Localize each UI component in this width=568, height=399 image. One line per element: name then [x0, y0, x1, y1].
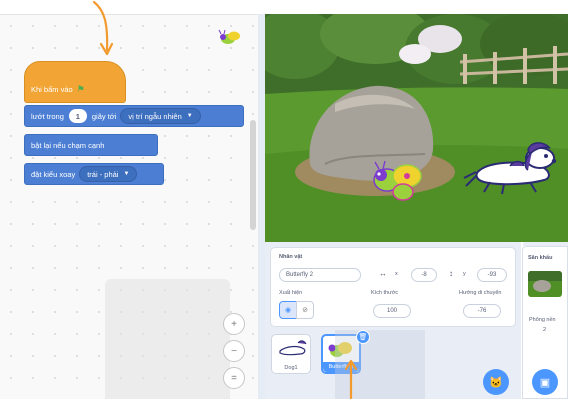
size-field[interactable]: 100 [373, 304, 411, 318]
backdrops-label: Phông nền [529, 317, 556, 323]
x-arrows-icon: ↔ [379, 269, 387, 278]
bounce-on-edge-block[interactable]: bật lại nếu chạm cạnh [24, 134, 158, 156]
dog-thumbnail-icon [279, 340, 307, 356]
zoom-out-button[interactable]: − [223, 340, 245, 362]
sprite-name-field[interactable]: Butterfly 2 [279, 268, 361, 282]
sprite-label: Nhân vật [279, 254, 303, 260]
rotation-prefix: đặt kiểu xoay [31, 169, 76, 179]
y-field[interactable]: -93 [477, 268, 507, 282]
when-flag-clicked-block[interactable]: Khi bấm vào ⚑ [24, 61, 126, 103]
backdrop-thumbnail [528, 271, 562, 297]
show-label: Xuất hiện [279, 290, 303, 296]
eye-slash-icon: ⊘ [302, 307, 308, 314]
hide-button[interactable]: ⊘ [296, 301, 314, 319]
zoom-reset-icon: = [231, 372, 237, 384]
glide-target-value: vị trí ngẫu nhiên [128, 111, 182, 121]
direction-label: Hướng di chuyển [459, 290, 502, 296]
rotation-style-dropdown[interactable]: trái - phải ▼ [79, 166, 138, 182]
eye-icon: ◉ [284, 307, 292, 314]
stage-canvas[interactable] [265, 14, 568, 242]
zoom-reset-button[interactable]: = [223, 367, 245, 389]
glide-target-dropdown[interactable]: vị trí ngẫu nhiên ▼ [120, 108, 201, 124]
rotation-style-value: trái - phải [87, 169, 119, 179]
stage-backdrop [265, 14, 568, 242]
annotation-arrow-icon [92, 0, 114, 56]
stage-selector[interactable]: Sân khấu Phông nền 2 ▣ [522, 246, 568, 399]
sprite-info-card: Nhân vật Butterfly 2 ↔ x -8 ↕ y -93 Xuất… [270, 247, 516, 327]
chevron-down-icon: ▼ [123, 171, 130, 177]
code-scrollbar[interactable] [250, 120, 256, 230]
glide-seconds-input[interactable]: 1 [68, 109, 87, 123]
y-label: y [463, 271, 466, 277]
stage-title: Sân khấu [528, 255, 553, 261]
y-arrows-icon: ↕ [449, 269, 453, 278]
hat-block-label: Khi bấm vào [31, 84, 73, 94]
x-label: x [395, 271, 398, 277]
cat-add-icon: 🐱 [489, 376, 503, 389]
bounce-label: bật lại nếu chạm cạnh [31, 140, 105, 150]
choose-backdrop-button[interactable]: ▣ [532, 369, 558, 395]
green-flag-icon: ⚑ [76, 83, 85, 94]
zoom-in-button[interactable]: + [223, 313, 245, 335]
chevron-down-icon: ▼ [186, 113, 193, 119]
sprite-tile[interactable]: Dog1 [271, 334, 311, 374]
backdrops-count: 2 [543, 327, 547, 333]
sprite-tile-name: Dog1 [284, 365, 298, 371]
glide-prefix: lướt trong [31, 111, 64, 121]
size-label: Kích thước [371, 290, 399, 296]
zoom-out-icon: − [231, 345, 237, 357]
annotation-arrow-icon [344, 359, 358, 399]
watermark [105, 279, 230, 399]
sprite-thumbnail-icon [218, 29, 240, 44]
x-field[interactable]: -8 [411, 268, 437, 282]
zoom-in-icon: + [231, 318, 237, 330]
glide-to-block[interactable]: lướt trong 1 giây tới vị trí ngẫu nhiên … [24, 105, 244, 127]
set-rotation-style-block[interactable]: đặt kiểu xoay trái - phải ▼ [24, 163, 164, 185]
delete-sprite-button[interactable]: 🗑 [356, 330, 370, 344]
show-button[interactable]: ◉ [279, 301, 297, 319]
backdrop-add-icon: ▣ [539, 376, 551, 389]
choose-sprite-button[interactable]: 🐱 [483, 369, 509, 395]
direction-field[interactable]: -76 [463, 304, 501, 318]
glide-middle: giây tới [91, 111, 117, 121]
trash-icon: 🗑 [358, 334, 368, 341]
